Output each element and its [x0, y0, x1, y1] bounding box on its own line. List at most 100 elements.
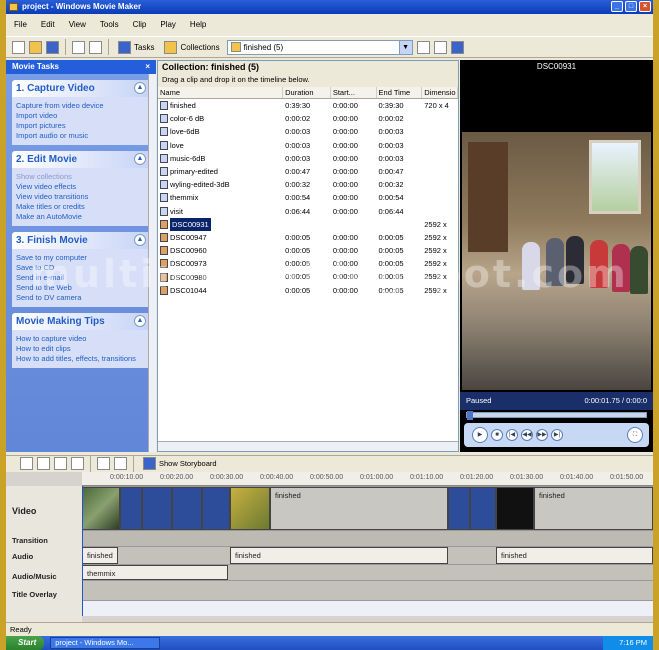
contents-scrollbar[interactable]: [158, 441, 458, 451]
task-link[interactable]: Import audio or music: [16, 131, 144, 141]
task-group-header[interactable]: 1. Capture Video ▲: [12, 80, 150, 97]
timeline-ruler[interactable]: 0:00:10.00 0:00:20.00 0:00:30.00 0:00:40…: [82, 472, 653, 486]
clip-row[interactable]: finished 0:39:30 0:00:00 0:39:30 720 x 4: [158, 99, 458, 112]
task-link[interactable]: Capture from video device: [16, 101, 144, 111]
seek-thumb[interactable]: [467, 411, 473, 420]
chevron-up-icon[interactable]: ▲: [134, 153, 146, 165]
video-clip[interactable]: [496, 487, 534, 530]
task-link[interactable]: View video effects: [16, 182, 144, 192]
tasks-button[interactable]: Tasks: [115, 40, 157, 54]
video-clip[interactable]: [448, 487, 470, 530]
video-clip[interactable]: [230, 487, 270, 530]
task-group-header[interactable]: 3. Finish Movie ▲: [12, 232, 150, 249]
start-button[interactable]: Start: [6, 636, 45, 650]
close-icon[interactable]: ×: [145, 60, 150, 74]
video-clip-finished[interactable]: finished: [534, 487, 653, 530]
music-clip[interactable]: themmix: [82, 565, 228, 580]
maximize-button[interactable]: □: [625, 1, 637, 12]
views-icon[interactable]: [450, 40, 464, 54]
narrate-timeline-icon[interactable]: [37, 457, 50, 470]
fullscreen-icon[interactable]: ⛶: [627, 427, 643, 443]
audio-clip[interactable]: finished: [82, 547, 118, 564]
video-clip[interactable]: [202, 487, 230, 530]
menu-view[interactable]: View: [69, 20, 86, 29]
clip-row[interactable]: primary-edited 0:00:47 0:00:00 0:00:47: [158, 165, 458, 178]
taskbar-item[interactable]: project - Windows Mo...: [50, 637, 161, 649]
task-link[interactable]: Send in e-mail: [16, 273, 144, 283]
clip-row[interactable]: DSC00960 0:00:05 0:00:00 0:00:05 2592 x: [158, 244, 458, 257]
collections-button[interactable]: Collections: [161, 40, 222, 54]
clip-row[interactable]: love-6dB 0:00:03 0:00:00 0:00:03: [158, 125, 458, 138]
clip-row[interactable]: visit 0:06:44 0:00:00 0:06:44: [158, 205, 458, 218]
chevron-up-icon[interactable]: ▲: [134, 82, 146, 94]
clip-row[interactable]: music-6dB 0:00:03 0:00:00 0:00:03: [158, 152, 458, 165]
clip-row[interactable]: love 0:00:03 0:00:00 0:00:03: [158, 139, 458, 152]
column-duration[interactable]: Duration: [283, 87, 331, 98]
task-group-header[interactable]: Movie Making Tips ▲: [12, 313, 150, 330]
video-clip[interactable]: [470, 487, 496, 530]
task-link[interactable]: Save to my computer: [16, 253, 144, 263]
rewind-icon[interactable]: ◀◀: [521, 429, 533, 441]
clip-row[interactable]: themmix 0:00:54 0:00:00 0:00:54: [158, 191, 458, 204]
video-clip[interactable]: [82, 487, 120, 530]
column-dimensions[interactable]: Dimensio: [422, 87, 458, 98]
minimize-button[interactable]: _: [611, 1, 623, 12]
set-audio-levels-icon[interactable]: [20, 457, 33, 470]
task-link[interactable]: How to edit clips: [16, 344, 144, 354]
audio-clip[interactable]: finished: [496, 547, 653, 564]
new-collection-icon[interactable]: [433, 40, 447, 54]
column-start[interactable]: Start...: [331, 87, 377, 98]
clip-row[interactable]: DSC00973 0:00:05 0:00:00 0:00:05 2592 x: [158, 257, 458, 270]
menu-help[interactable]: Help: [190, 20, 206, 29]
task-link[interactable]: Import pictures: [16, 121, 144, 131]
audio-clip[interactable]: finished: [230, 547, 448, 564]
clip-row[interactable]: DSC00980 0:00:05 0:00:00 0:00:05 2592 x: [158, 270, 458, 283]
zoom-out-icon[interactable]: [71, 457, 84, 470]
menu-tools[interactable]: Tools: [100, 20, 119, 29]
fast-forward-icon[interactable]: ▶▶: [536, 429, 548, 441]
column-name[interactable]: Name: [158, 87, 284, 98]
collection-select[interactable]: finished (5) ▼: [226, 39, 413, 55]
next-frame-icon[interactable]: ▶|: [551, 429, 563, 441]
timeline-scrollbar[interactable]: [82, 600, 653, 616]
video-clip[interactable]: [120, 487, 142, 530]
previous-frame-icon[interactable]: |◀: [506, 429, 518, 441]
play-timeline-icon[interactable]: [114, 457, 127, 470]
menu-play[interactable]: Play: [160, 20, 176, 29]
task-link[interactable]: Save to CD: [16, 263, 144, 273]
clip-row[interactable]: wyling-edited-3dB 0:00:32 0:00:00 0:00:32: [158, 178, 458, 191]
task-group-header[interactable]: 2. Edit Movie ▲: [12, 151, 150, 168]
stop-icon[interactable]: ■: [491, 429, 503, 441]
clip-row[interactable]: DSC00931 2592 x: [158, 217, 458, 231]
task-link[interactable]: Send to the Web: [16, 283, 144, 293]
chevron-up-icon[interactable]: ▲: [134, 234, 146, 246]
task-link[interactable]: Send to DV camera: [16, 293, 144, 303]
seek-bar[interactable]: [466, 411, 647, 420]
track-label-video[interactable]: Video: [12, 506, 36, 516]
chevron-up-icon[interactable]: ▲: [134, 315, 146, 327]
chevron-down-icon[interactable]: ▼: [398, 40, 412, 54]
task-link[interactable]: How to capture video: [16, 334, 144, 344]
clip-row[interactable]: DSC00947 0:00:05 0:00:00 0:00:05 2592 x: [158, 231, 458, 244]
task-link[interactable]: View video transitions: [16, 192, 144, 202]
video-clip[interactable]: [172, 487, 202, 530]
tasks-scrollbar[interactable]: [148, 74, 156, 452]
menu-file[interactable]: File: [14, 20, 27, 29]
video-clip[interactable]: [142, 487, 172, 530]
clip-row[interactable]: DSC01044 0:00:05 0:00:00 0:00:05 2592 x: [158, 284, 458, 297]
open-project-icon[interactable]: [29, 40, 42, 54]
redo-icon[interactable]: [89, 40, 102, 54]
play-icon[interactable]: ▶: [472, 427, 488, 443]
task-link[interactable]: Import video: [16, 111, 144, 121]
video-clip-finished[interactable]: finished: [270, 487, 448, 530]
column-end-time[interactable]: End Time: [377, 87, 423, 98]
undo-icon[interactable]: [72, 40, 85, 54]
new-project-icon[interactable]: [12, 40, 25, 54]
close-window-button[interactable]: ×: [639, 1, 651, 12]
task-link[interactable]: How to add titles, effects, transitions: [16, 354, 144, 364]
task-link[interactable]: Make an AutoMovie: [16, 212, 144, 222]
show-storyboard-button[interactable]: Show Storyboard: [140, 457, 220, 470]
up-level-icon[interactable]: [416, 40, 430, 54]
clip-row[interactable]: color-6 dB 0:00:02 0:00:00 0:00:02: [158, 112, 458, 125]
playhead[interactable]: [82, 486, 83, 616]
